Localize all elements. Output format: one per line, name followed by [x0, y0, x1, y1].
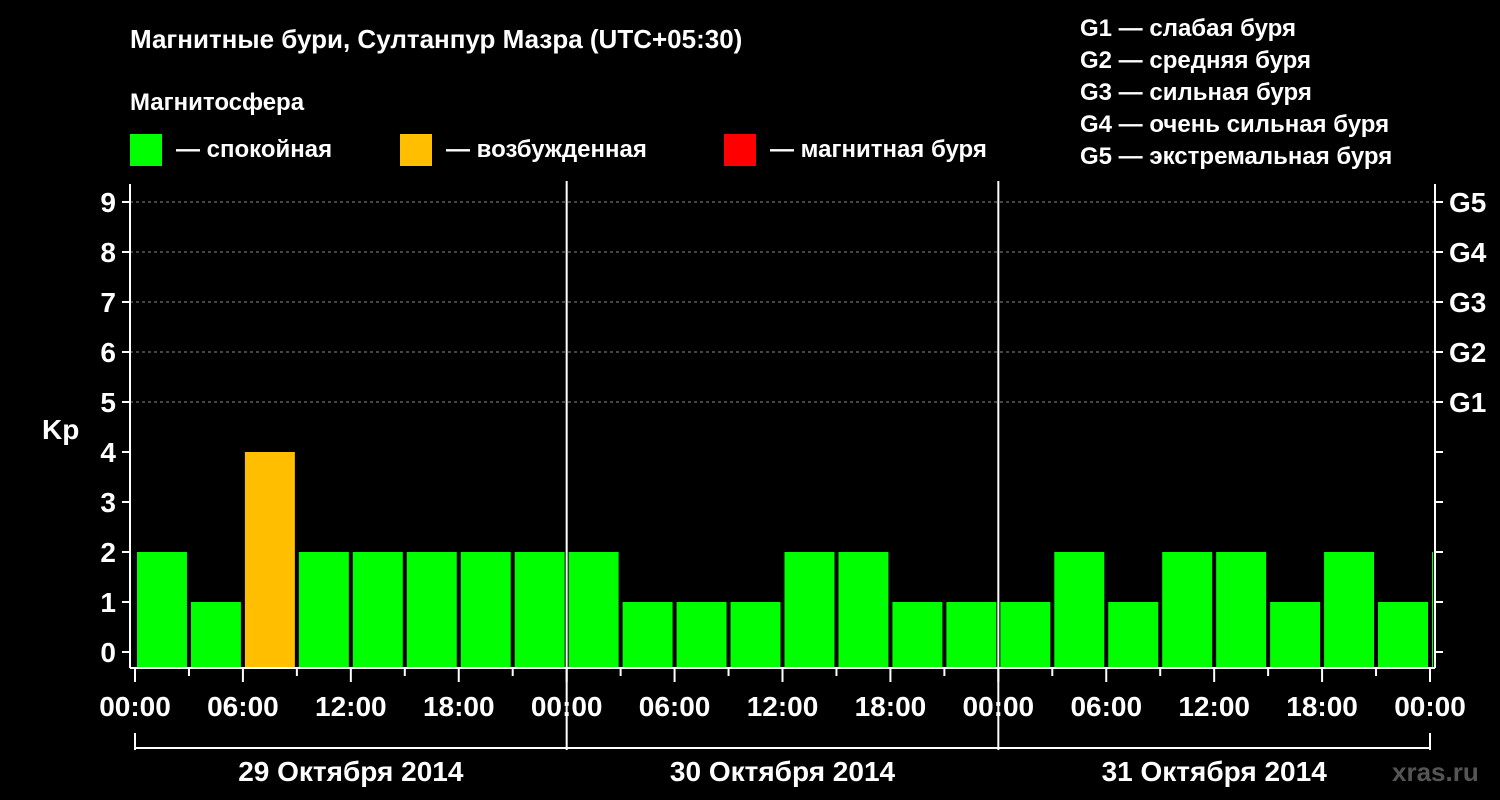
- g-scale-label: G4: [1449, 237, 1487, 268]
- g-scale-label: G3: [1449, 287, 1486, 318]
- legend-swatch-active: [400, 134, 432, 166]
- y-tick-label: 4: [100, 437, 116, 468]
- kp-chart: Магнитные бури, Султанпур Мазра (UTC+05:…: [42, 15, 1487, 787]
- legend-label-storm: — магнитная буря: [770, 136, 987, 163]
- kp-bar: [190, 602, 241, 668]
- legend-title: Магнитосфера: [130, 89, 305, 116]
- kp-bar: [298, 552, 349, 668]
- g-legend-3: G3 — сильная буря: [1080, 79, 1312, 106]
- y-tick-label: 5: [100, 387, 116, 418]
- kp-bar: [892, 602, 943, 668]
- y-tick-label: 0: [100, 637, 116, 668]
- kp-bar: [1054, 552, 1105, 668]
- kp-bar: [460, 552, 511, 668]
- x-tick-label: 00:00: [531, 691, 603, 722]
- x-tick-label: 12:00: [747, 691, 819, 722]
- plot-area: 0 1 2 3 4 5 6 7 8 9 G1 G2 G3 G4 G5 00:00 06:00 12:00 18:00…: [99, 181, 1487, 787]
- y-tick-label: 3: [100, 487, 116, 518]
- kp-bar: [622, 602, 673, 668]
- kp-bar: [406, 552, 457, 668]
- g-legend-2: G2 — средняя буря: [1080, 47, 1311, 74]
- x-tick-label: 06:00: [1070, 691, 1142, 722]
- kp-bar: [1324, 552, 1375, 668]
- kp-bar: [352, 552, 403, 668]
- x-tick-label: 00:00: [963, 691, 1035, 722]
- x-tick-label: 18:00: [423, 691, 495, 722]
- g-scale-label: G2: [1449, 337, 1486, 368]
- y-tick-label: 6: [100, 337, 116, 368]
- y-tick-label: 1: [100, 587, 116, 618]
- kp-bar: [676, 602, 727, 668]
- kp-bar: [946, 602, 997, 668]
- legend-label-active: — возбужденная: [446, 136, 647, 163]
- kp-bar: [1378, 602, 1428, 668]
- x-tick-label: 06:00: [639, 691, 711, 722]
- kp-bar: [1000, 602, 1051, 668]
- y-tick-label: 9: [100, 187, 116, 218]
- kp-bar: [838, 552, 889, 668]
- x-tick-label: 12:00: [315, 691, 387, 722]
- watermark: xras.ru: [1392, 757, 1479, 787]
- g-legend-4: G4 — очень сильная буря: [1080, 111, 1389, 138]
- kp-bar: [730, 602, 781, 668]
- legend-swatch-storm: [724, 134, 756, 166]
- legend-swatch-quiet: [130, 134, 162, 166]
- kp-bar: [1216, 552, 1267, 668]
- day-label: 30 Октября 2014: [670, 756, 896, 787]
- g-scale-label: G1: [1449, 387, 1486, 418]
- x-tick-label: 00:00: [99, 691, 171, 722]
- kp-bar: [568, 552, 619, 668]
- kp-bar: [514, 552, 565, 668]
- y-tick-label: 2: [100, 537, 116, 568]
- kp-bar: [1270, 602, 1321, 668]
- legend-label-quiet: — спокойная: [176, 136, 332, 163]
- kp-bar: [1162, 552, 1213, 668]
- x-tick-label: 12:00: [1178, 691, 1250, 722]
- chart-title: Магнитные бури, Султанпур Мазра (UTC+05:…: [130, 24, 742, 54]
- g-scale-label: G5: [1449, 187, 1486, 218]
- x-tick-label: 18:00: [1286, 691, 1358, 722]
- day-label: 31 Октября 2014: [1102, 756, 1328, 787]
- x-tick-label: 18:00: [855, 691, 927, 722]
- g-legend-1: G1 — слабая буря: [1080, 15, 1296, 42]
- kp-bar: [244, 452, 295, 668]
- x-tick-label: 00:00: [1394, 691, 1466, 722]
- day-label: 29 Октября 2014: [238, 756, 464, 787]
- kp-bar: [137, 552, 187, 668]
- x-tick-label: 06:00: [207, 691, 279, 722]
- kp-bar: [784, 552, 835, 668]
- y-tick-label: 7: [100, 287, 116, 318]
- kp-bar: [1432, 552, 1433, 668]
- kp-bar: [1108, 602, 1159, 668]
- y-axis-label: Kp: [42, 414, 79, 445]
- y-tick-label: 8: [100, 237, 116, 268]
- g-legend-5: G5 — экстремальная буря: [1080, 143, 1392, 170]
